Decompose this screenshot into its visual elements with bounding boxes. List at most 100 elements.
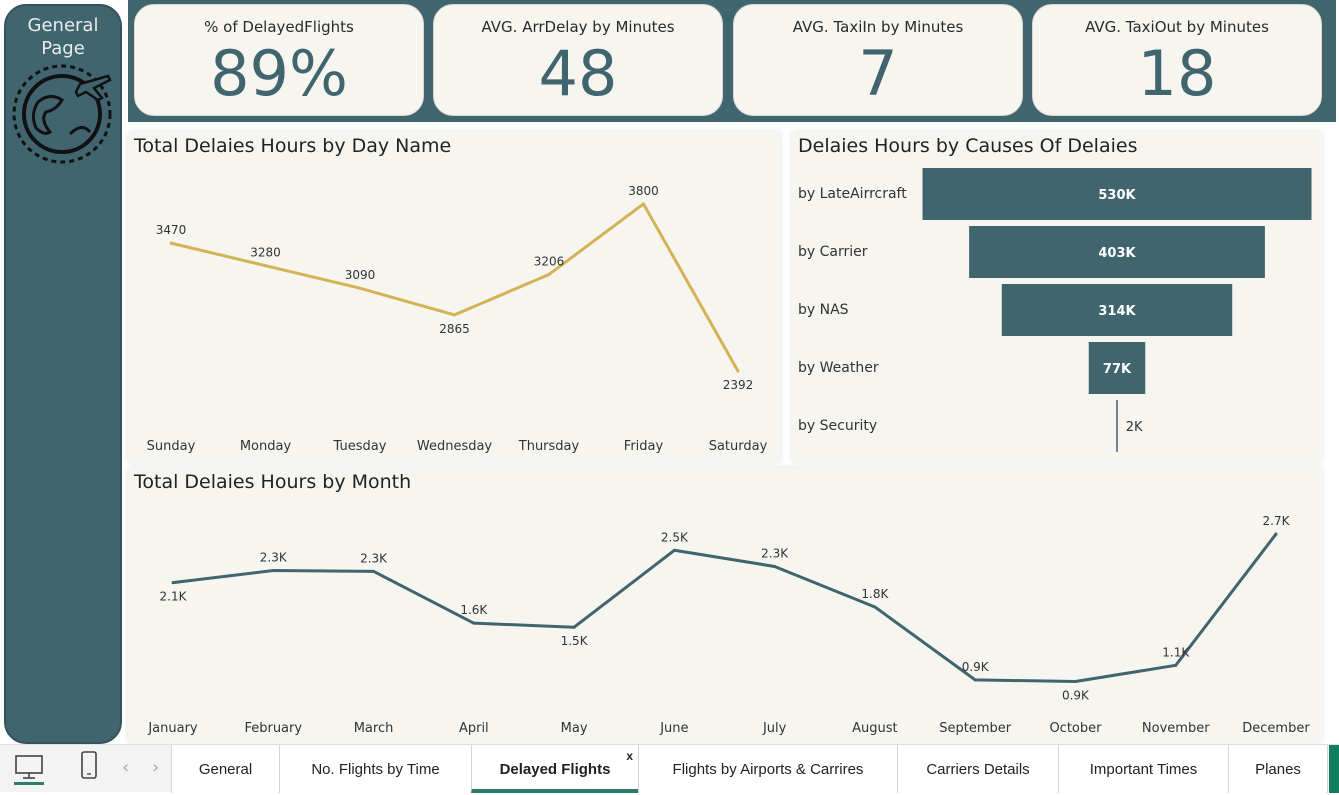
kpi-card-taxi-in[interactable]: AVG. TaxiIn by Minutes 7 [733, 4, 1023, 116]
causes-bar-chart: by LateAirrcraft 530K by Carrier 403K by NAS… [798, 168, 1312, 452]
data-label: 1.8K [861, 587, 889, 601]
data-label: 1.6K [460, 603, 488, 617]
bar-value-label: 2K [1126, 420, 1143, 435]
x-tick-label: Tuesday [333, 439, 387, 454]
data-point [271, 569, 275, 573]
data-label: 0.9K [1062, 689, 1090, 703]
kpi-band: % of DelayedFlights 89% AVG. ArrDelay by… [128, 0, 1336, 122]
x-tick-label: June [659, 721, 688, 736]
category-label: by Weather [798, 360, 879, 376]
data-label: 3280 [250, 246, 281, 260]
x-tick-label: September [939, 721, 1012, 736]
kpi-card-arr-delay[interactable]: AVG. ArrDelay by Minutes 48 [433, 4, 723, 116]
data-label: 1.1K [1162, 645, 1190, 659]
data-point [642, 202, 645, 206]
page-tab-bar: ‹ › General No. Flights by Time Delayed … [0, 744, 1339, 793]
bar [1116, 400, 1118, 452]
data-label: 2.1K [160, 590, 188, 604]
x-tick-label: February [244, 721, 302, 736]
data-point [1073, 680, 1077, 684]
kpi-value: 89% [210, 37, 348, 110]
x-tick-label: Friday [624, 439, 664, 454]
prev-page-arrow-icon[interactable]: ‹ [122, 757, 129, 778]
next-page-arrow-icon[interactable]: › [152, 757, 159, 778]
tab-delayed-flights[interactable]: Delayed Flights x [471, 745, 638, 793]
x-tick-label: August [852, 721, 898, 736]
data-label: 3206 [534, 254, 565, 268]
mobile-layout-icon[interactable] [80, 751, 98, 779]
kpi-label: AVG. TaxiIn by Minutes [792, 18, 964, 36]
chart-title: Total Delaies Hours by Month [134, 471, 412, 493]
x-tick-label: November [1142, 721, 1210, 736]
data-label: 0.9K [962, 660, 990, 674]
x-tick-label: October [1049, 721, 1102, 736]
data-point [472, 621, 476, 625]
x-tick-label: Monday [240, 439, 292, 454]
chart-title: Total Delaies Hours by Day Name [134, 135, 452, 157]
bar-value-label: 530K [1098, 188, 1136, 203]
data-label: 2.3K [360, 551, 388, 565]
data-point [672, 548, 676, 552]
category-label: by Carrier [798, 244, 868, 260]
data-point [973, 678, 977, 682]
category-label: by LateAirrcraft [798, 186, 907, 202]
x-tick-label: Wednesday [417, 439, 493, 454]
x-tick-label: April [459, 721, 489, 736]
data-point [572, 625, 576, 629]
globe-airplane-icon[interactable] [10, 62, 122, 174]
data-point [453, 313, 456, 317]
kpi-value: 18 [1137, 37, 1217, 110]
x-tick-label: Sunday [147, 439, 196, 454]
data-point [171, 581, 175, 585]
kpi-value: 48 [538, 37, 618, 110]
x-tick-label: May [561, 721, 588, 736]
data-point [873, 605, 877, 609]
month-line-chart: 2.1K January 2.3K February 2.3K March 1.6K Apri… [147, 514, 1310, 736]
causes-chart-panel[interactable]: Delaies Hours by Causes Of Delaies by La… [792, 132, 1322, 462]
tab-important-times[interactable]: Important Times [1058, 745, 1228, 793]
bar-value-label: 77K [1103, 362, 1132, 377]
category-label: by NAS [798, 302, 849, 318]
data-label: 2865 [439, 322, 470, 336]
data-label: 3470 [156, 223, 187, 237]
chart-title: Delaies Hours by Causes Of Delaies [798, 135, 1138, 157]
series-line [170, 202, 740, 372]
x-tick-label: December [1242, 721, 1310, 736]
x-tick-label: Thursday [518, 439, 580, 454]
data-point [1274, 532, 1278, 536]
sidebar: General Page [4, 4, 122, 744]
x-tick-label: July [762, 721, 787, 736]
data-label: 3090 [345, 268, 376, 282]
data-label: 2.5K [661, 530, 689, 544]
day-chart-panel[interactable]: Total Delaies Hours by Day Name 3470 Sund… [128, 132, 780, 462]
kpi-card-taxi-out[interactable]: AVG. TaxiOut by Minutes 18 [1032, 4, 1322, 116]
kpi-label: AVG. TaxiOut by Minutes [1085, 18, 1269, 36]
kpi-label: AVG. ArrDelay by Minutes [481, 18, 675, 36]
data-point [736, 369, 740, 373]
kpi-label: % of DelayedFlights [204, 18, 354, 36]
x-tick-label: Saturday [709, 439, 768, 454]
kpi-card-delayed-pct[interactable]: % of DelayedFlights 89% [134, 4, 424, 116]
close-tab-icon[interactable]: x [626, 731, 633, 781]
series-line [172, 533, 1278, 684]
data-label: 2392 [723, 378, 754, 392]
tab-no-flights-by-time[interactable]: No. Flights by Time [279, 745, 471, 793]
bar-value-label: 403K [1098, 246, 1136, 261]
data-label: 2.3K [260, 551, 288, 565]
x-tick-label: March [354, 721, 394, 736]
tab-flights-by-airports[interactable]: Flights by Airports & Carrires [638, 745, 897, 793]
data-point [372, 569, 376, 573]
tab-general[interactable]: General [171, 745, 279, 793]
month-chart-panel[interactable]: Total Delaies Hours by Month 2.1K January… [128, 468, 1322, 742]
data-label: 2.7K [1263, 514, 1291, 528]
day-line-chart: 3470 Sunday 3280 Monday 3090 Tuesday 2865 Wedne… [147, 184, 768, 454]
data-point [358, 286, 362, 290]
tab-label: Delayed Flights [499, 761, 611, 778]
data-label: 2.3K [761, 546, 789, 560]
tab-carriers-details[interactable]: Carriers Details [897, 745, 1058, 793]
desktop-layout-icon[interactable] [14, 753, 44, 785]
x-tick-label: January [147, 721, 198, 736]
tab-planes[interactable]: Planes [1228, 745, 1328, 793]
data-point [773, 564, 777, 568]
kpi-value: 7 [858, 37, 898, 110]
